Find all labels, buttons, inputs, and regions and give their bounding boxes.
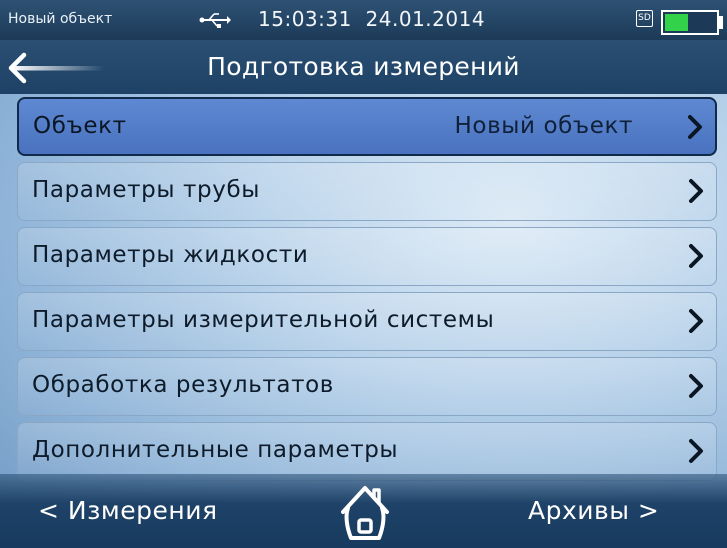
chevron-right-icon <box>689 439 703 463</box>
menu-item-label: Обработка результатов <box>32 372 334 398</box>
menu-item-pipe-parameters[interactable]: Параметры трубы <box>17 162 717 221</box>
archives-button[interactable]: Архивы > <box>528 496 659 525</box>
menu-item-label: Параметры жидкости <box>32 242 309 268</box>
bottom-bar: < Измерения Архивы > <box>0 474 727 548</box>
chevron-right-icon <box>688 115 702 139</box>
menu-item-fluid-parameters[interactable]: Параметры жидкости <box>17 227 717 286</box>
chevron-right-icon <box>689 309 703 333</box>
chevron-right-icon <box>689 374 703 398</box>
menu-item-value: Новый объект <box>454 113 633 139</box>
battery-level <box>665 14 688 31</box>
status-bar: Новый объект 15:03:31 24.01.2014 SD <box>0 0 727 40</box>
menu-item-results-processing[interactable]: Обработка результатов <box>17 357 717 416</box>
status-time: 15:03:31 <box>258 7 352 31</box>
status-object-name: Новый объект <box>8 11 113 27</box>
menu-item-label: Объект <box>33 113 127 139</box>
measurements-button[interactable]: < Измерения <box>38 496 218 525</box>
menu-item-label: Параметры измерительной системы <box>32 307 495 333</box>
chevron-right-icon <box>689 244 703 268</box>
sd-card-icon: SD <box>636 10 653 27</box>
chevron-right-icon <box>689 179 703 203</box>
home-icon[interactable] <box>333 482 397 544</box>
status-date: 24.01.2014 <box>365 7 486 31</box>
usb-icon <box>199 13 231 28</box>
menu-item-label: Параметры трубы <box>32 177 261 203</box>
menu-item-label: Дополнительные параметры <box>32 437 399 463</box>
menu-item-measuring-system-parameters[interactable]: Параметры измерительной системы <box>17 292 717 351</box>
battery-icon <box>661 10 719 35</box>
menu-item-object[interactable]: Объект Новый объект <box>17 97 717 156</box>
status-datetime: 15:03:31 24.01.2014 <box>258 7 485 31</box>
battery-tip <box>717 16 723 29</box>
menu-item-additional-parameters[interactable]: Дополнительные параметры <box>17 422 717 481</box>
page-title: Подготовка измерений <box>207 52 520 81</box>
